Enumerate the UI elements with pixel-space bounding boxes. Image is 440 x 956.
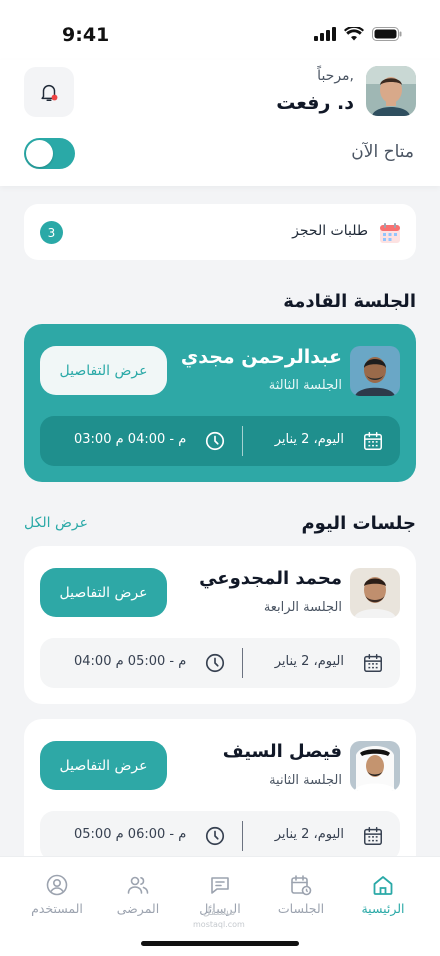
view-details-button[interactable]: عرض التفاصيل xyxy=(40,568,167,617)
nav-profile[interactable]: المستخدم xyxy=(17,873,97,916)
users-icon xyxy=(127,876,149,894)
calendar-icon xyxy=(364,432,382,450)
view-details-button[interactable]: عرض التفاصيل xyxy=(40,741,167,790)
nav-patients-label: المرضى xyxy=(116,901,160,916)
toggle-knob xyxy=(26,140,53,167)
calendar-icon xyxy=(364,827,382,845)
session-time-bar: اليوم، 2 يناير 05:00 م - 06:00 م xyxy=(40,811,400,861)
session-date: اليوم، 2 يناير xyxy=(274,827,344,842)
today-section-title: جلسات اليوم xyxy=(301,513,416,534)
home-screen: 9:41 مرحباً, د. رفعت متاح الآن طلبات الح… xyxy=(0,0,440,956)
session-card: فيصل السيف الجلسة الثانية عرض التفاصيل ا… xyxy=(24,719,416,877)
nav-profile-label: المستخدم xyxy=(31,901,83,916)
session-date: اليوم، 2 يناير xyxy=(274,654,344,669)
notifications-button[interactable] xyxy=(24,67,74,117)
home-indicator xyxy=(141,941,299,946)
session-card: محمد المجدوعي الجلسة الرابعة عرض التفاصي… xyxy=(24,546,416,704)
nav-home[interactable]: الرئيسية xyxy=(343,873,423,916)
view-details-button[interactable]: عرض التفاصيل xyxy=(40,346,167,395)
session-time: 03:00 م - 04:00 م xyxy=(74,432,187,447)
calendar-color-icon xyxy=(380,223,400,243)
see-all-link[interactable]: عرض الكل xyxy=(24,515,88,531)
calendar-clock-icon xyxy=(291,875,312,896)
patient-name: عبدالرحمن مجدي xyxy=(180,346,342,368)
patient-avatar xyxy=(350,741,400,791)
booking-requests-card[interactable]: طلبات الحجز 3 xyxy=(24,204,416,260)
doctor-name: د. رفعت xyxy=(276,92,354,114)
session-label: الجلسة الرابعة xyxy=(263,600,342,615)
doctor-avatar[interactable] xyxy=(366,66,416,116)
nav-patients[interactable]: المرضى xyxy=(98,873,178,916)
status-bar: 9:41 xyxy=(0,0,440,60)
divider xyxy=(242,648,243,678)
wifi-icon xyxy=(344,27,364,41)
session-time: 04:00 م - 05:00 م xyxy=(74,654,187,669)
patient-name: محمد المجدوعي xyxy=(199,568,342,589)
nav-home-label: الرئيسية xyxy=(361,901,405,916)
watermark: مستقل mostaql.com xyxy=(193,905,245,931)
session-date: اليوم، 2 يناير xyxy=(274,432,344,447)
session-label: الجلسة الثالثة xyxy=(268,378,342,393)
calendar-icon xyxy=(364,654,382,672)
message-icon xyxy=(211,877,229,894)
clock-icon xyxy=(205,653,225,673)
home-icon xyxy=(373,876,393,895)
nav-sessions[interactable]: الجلسات xyxy=(261,873,341,916)
clock-icon xyxy=(205,431,225,451)
user-circle-icon xyxy=(46,874,68,896)
status-icons xyxy=(314,27,402,41)
watermark-line2: mostaql.com xyxy=(193,920,245,929)
status-time: 9:41 xyxy=(62,24,110,46)
divider xyxy=(242,426,243,456)
availability-label: متاح الآن xyxy=(351,142,414,162)
nav-sessions-label: الجلسات xyxy=(277,901,325,916)
greeting-text: مرحباً, xyxy=(317,68,354,84)
patient-avatar xyxy=(350,568,400,618)
watermark-line1: مستقل xyxy=(202,905,236,918)
availability-toggle[interactable] xyxy=(24,138,75,169)
bell-icon xyxy=(41,84,58,101)
clock-icon xyxy=(205,826,225,846)
upcoming-session-card: عبدالرحمن مجدي الجلسة الثالثة عرض التفاص… xyxy=(24,324,416,482)
session-time-bar: اليوم، 2 يناير 03:00 م - 04:00 م xyxy=(40,416,400,466)
booking-requests-label: طلبات الحجز xyxy=(292,223,368,239)
session-time-bar: اليوم، 2 يناير 04:00 م - 05:00 م xyxy=(40,638,400,688)
session-label: الجلسة الثانية xyxy=(269,773,342,788)
battery-icon xyxy=(372,27,402,41)
upcoming-section-title: الجلسة القادمة xyxy=(283,291,416,312)
patient-name: فيصل السيف xyxy=(222,741,342,762)
divider xyxy=(242,821,243,851)
patient-avatar xyxy=(350,346,400,396)
session-time: 05:00 م - 06:00 م xyxy=(74,827,187,842)
signal-icon xyxy=(314,27,336,41)
booking-requests-count-badge: 3 xyxy=(40,221,63,244)
header: مرحباً, د. رفعت متاح الآن xyxy=(0,60,440,186)
